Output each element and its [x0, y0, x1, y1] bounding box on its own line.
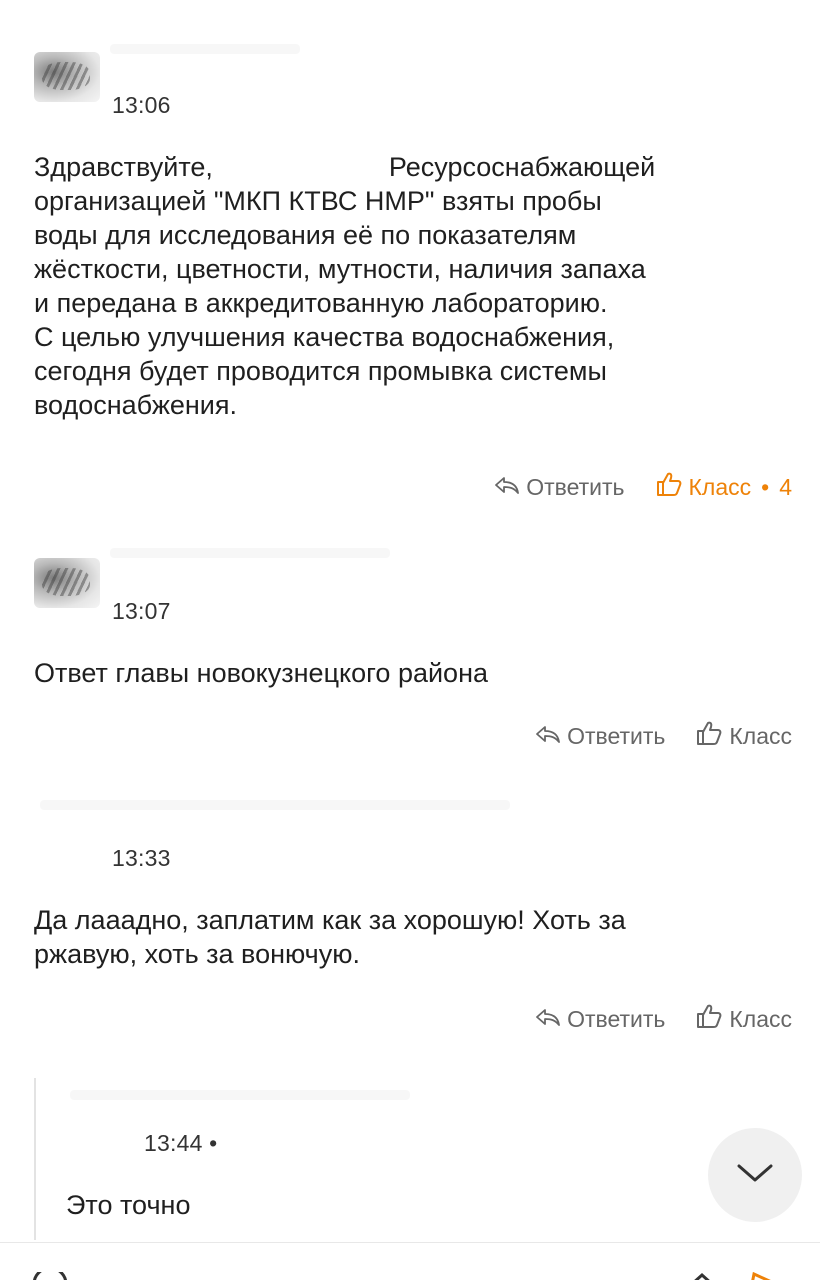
reply-icon	[535, 1006, 567, 1033]
reply-button[interactable]: Ответить	[535, 723, 665, 750]
author-name[interactable]	[70, 1090, 410, 1100]
avatar[interactable]	[34, 558, 100, 608]
reply-icon	[494, 474, 526, 501]
comment-time: 13:44 •	[144, 1130, 218, 1156]
like-icon	[695, 1002, 729, 1036]
send-icon[interactable]	[748, 1271, 780, 1280]
comment-text-body: организацией "МКП КТВС НМР" взяты пробы …	[34, 186, 646, 420]
comment-input-bar[interactable]	[0, 1242, 820, 1280]
like-button[interactable]: Класс	[695, 1002, 792, 1036]
reply-button[interactable]: Ответить	[494, 474, 625, 501]
reply-button[interactable]: Ответить	[535, 1006, 665, 1033]
separator-dot: •	[761, 473, 770, 500]
like-icon	[655, 470, 689, 504]
comment-text: Да лааадно, заплатим как за хорошую! Хот…	[34, 905, 626, 969]
author-name[interactable]	[110, 548, 390, 558]
comment-actions: Ответить Класс • 4	[494, 470, 792, 504]
emoji-icon[interactable]	[30, 1266, 70, 1280]
reply-icon	[535, 723, 567, 750]
like-button[interactable]: Класс • 4	[655, 470, 792, 504]
comment-time: 13:07	[112, 598, 171, 624]
author-name[interactable]	[40, 800, 510, 810]
attach-icon[interactable]	[688, 1271, 718, 1280]
comment-text: Ответ главы новокузнецкого района	[34, 658, 489, 688]
comment-text: Здравствуйте, Ресурсоснабжающей организац…	[34, 152, 656, 420]
comment-text: Это точно	[66, 1190, 191, 1220]
comment-time: 13:06	[112, 92, 171, 118]
scroll-down-button[interactable]	[708, 1128, 802, 1222]
like-count: 4	[779, 473, 792, 500]
comment-actions: Ответить Класс	[535, 719, 792, 753]
comment-actions: Ответить Класс	[535, 1002, 792, 1036]
chevron-down-icon	[735, 1161, 775, 1190]
like-icon	[695, 719, 729, 753]
avatar[interactable]	[34, 52, 100, 102]
thread-line	[34, 1078, 36, 1240]
comment-time: 13:33	[112, 845, 171, 871]
author-name[interactable]	[110, 44, 300, 54]
like-button[interactable]: Класс	[695, 719, 792, 753]
